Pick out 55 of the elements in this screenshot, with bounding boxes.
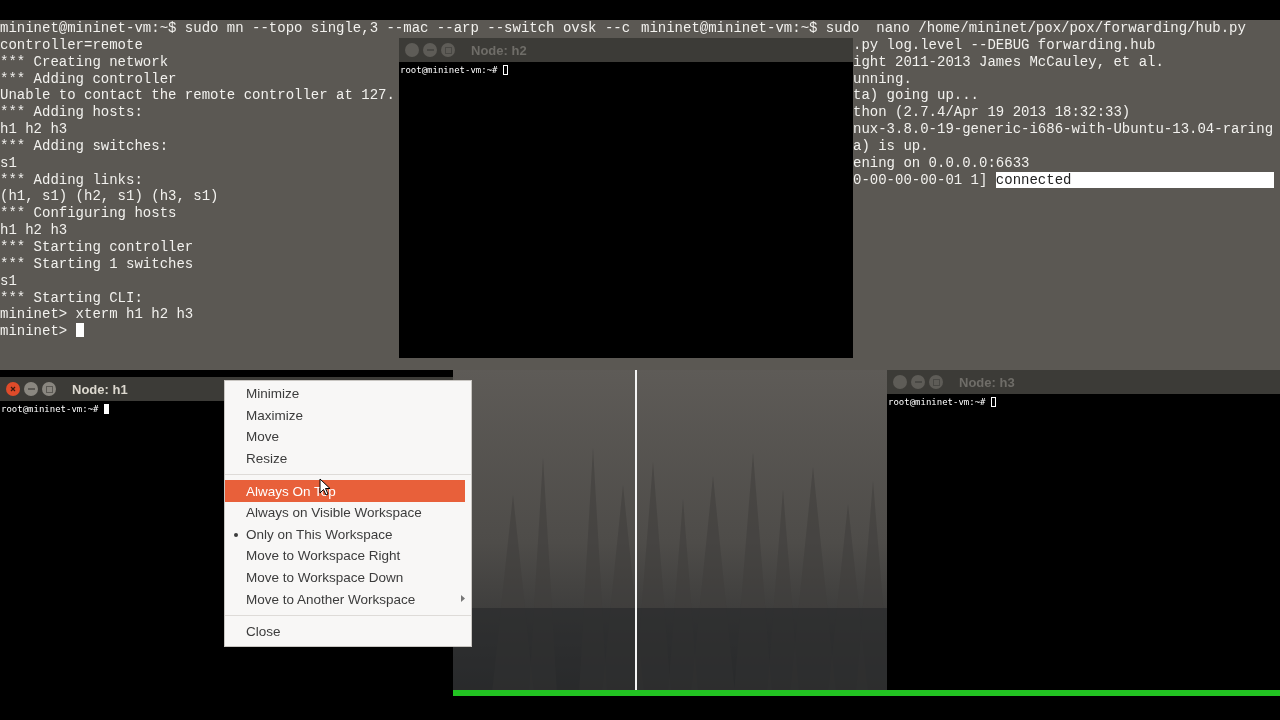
minimize-icon[interactable] xyxy=(423,43,437,57)
terminal-line: *** Starting 1 switches xyxy=(0,255,194,273)
menu-item[interactable]: Minimize xyxy=(225,383,471,405)
terminal-line: *** Creating network xyxy=(0,53,169,71)
window-title: Node: h1 xyxy=(72,381,128,397)
terminal-line: mininet> xterm h1 h2 h3 xyxy=(0,306,194,324)
minimize-icon[interactable] xyxy=(911,375,925,389)
terminal-line: ight 2011-2013 James McCauley, et al. xyxy=(853,53,1164,71)
terminal-line: ta) going up... xyxy=(853,87,980,105)
terminal-line: .py log.level --DEBUG forwarding.hub xyxy=(853,36,1156,54)
maximize-icon[interactable] xyxy=(441,43,455,57)
terminal-line: s1 xyxy=(0,154,17,172)
terminal-line: ening on 0.0.0.0:6633 xyxy=(853,154,1030,172)
terminal-line: h1 h2 h3 xyxy=(0,222,68,239)
terminal-line: *** Starting controller xyxy=(0,238,194,256)
close-icon[interactable] xyxy=(893,375,907,389)
terminal-line: s1 xyxy=(0,272,17,290)
terminal-line: *** Starting CLI: xyxy=(0,289,143,307)
shell-prompt: root@mininet-vm:~# xyxy=(1,404,100,414)
maximize-icon[interactable] xyxy=(42,382,56,396)
terminal-line: mininet@mininet-vm:~$ sudo nano /home/mininet/pox/pox/forwarding/hub.py xyxy=(641,20,1246,37)
menu-item[interactable]: Move to Workspace Right xyxy=(225,545,471,567)
terminal-line: unning. xyxy=(853,70,912,88)
menu-item[interactable]: Only on This Workspace xyxy=(225,523,471,546)
terminal-line: *** Adding hosts: xyxy=(0,104,143,122)
terminal-line: h1 h2 h3 xyxy=(0,121,68,138)
minimize-icon[interactable] xyxy=(24,382,38,396)
terminal-line: Unable to contact the remote controller at 127. xyxy=(0,87,395,105)
menu-item[interactable]: Move to Workspace Down xyxy=(225,566,471,589)
shell-prompt: root@mininet-vm:~# xyxy=(400,65,499,75)
terminal-line: mininet> xyxy=(0,323,69,341)
selected-text: connected xyxy=(995,171,1274,189)
terminal-line: 0-00-00-00-01 1] xyxy=(853,171,989,189)
terminal-line: *** Configuring hosts xyxy=(0,205,177,223)
menu-item[interactable]: Always on Visible Workspace xyxy=(225,501,471,524)
menu-item[interactable]: Close xyxy=(225,620,471,643)
shell-prompt: root@mininet-vm:~# xyxy=(888,397,987,407)
menu-item[interactable]: Move to Another Workspace xyxy=(225,588,471,610)
close-icon[interactable] xyxy=(405,43,419,57)
terminal-line: thon (2.7.4/Apr 19 2013 18:32:33) xyxy=(853,104,1131,122)
bullet-icon xyxy=(234,532,238,537)
terminal-line: controller=remote xyxy=(0,36,143,54)
maximize-icon[interactable] xyxy=(929,375,943,389)
submenu-arrow-icon xyxy=(461,595,465,603)
menu-item[interactable]: Resize xyxy=(225,447,471,470)
menu-item[interactable]: Maximize xyxy=(225,404,471,427)
terminal-line: *** Adding links: xyxy=(0,171,143,189)
terminal-line: (h1, s1) (h2, s1) (h3, s1) xyxy=(0,188,219,206)
close-icon[interactable] xyxy=(6,382,20,396)
terminal-line: a) is up. xyxy=(853,137,929,155)
menu-item[interactable]: Move xyxy=(225,426,471,448)
terminal-line: *** Adding switches: xyxy=(0,137,169,155)
terminal-line: *** Adding controller xyxy=(0,70,177,88)
terminal-line: mininet@mininet-vm:~$ sudo mn --topo single,3 --mac --arp --switch ovsk --c xyxy=(0,20,631,37)
terminal-line: nux-3.8.0-19-generic-i686-with-Ubuntu-13.04-raring xyxy=(853,121,1274,138)
